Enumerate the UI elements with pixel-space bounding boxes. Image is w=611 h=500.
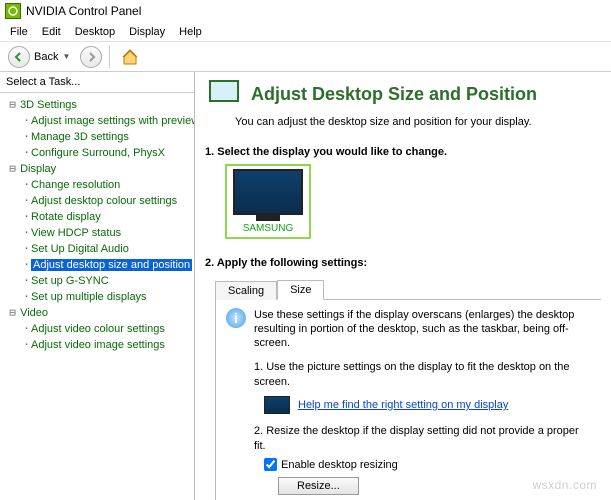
back-label: Back — [34, 51, 58, 63]
menu-edit[interactable]: Edit — [35, 24, 68, 40]
tree-item[interactable]: Configure Surround, PhysX — [31, 147, 165, 159]
page-title: Adjust Desktop Size and Position — [251, 84, 537, 105]
tree-item[interactable]: Rotate display — [31, 211, 101, 223]
info-icon: i — [226, 308, 246, 328]
body: Select a Task... ⊟ 3D Settings·Adjust im… — [0, 72, 611, 500]
collapse-icon[interactable]: ⊟ — [8, 161, 17, 176]
tree-category[interactable]: 3D Settings — [20, 99, 77, 111]
help-row: Help me find the right setting on my dis… — [264, 396, 591, 414]
section1-header: 1. Select the display you would like to … — [205, 146, 601, 158]
home-button[interactable] — [117, 45, 143, 69]
back-arrow-icon — [8, 46, 30, 68]
dropdown-icon: ▼ — [62, 52, 70, 61]
display-selector: SAMSUNG — [225, 164, 601, 239]
menubar: File Edit Desktop Display Help — [0, 22, 611, 42]
collapse-icon[interactable]: ⊟ — [8, 305, 17, 320]
step2: 2. Resize the desktop if the display set… — [254, 424, 591, 454]
window-title: NVIDIA Control Panel — [26, 4, 141, 18]
section2-header: 2. Apply the following settings: — [205, 257, 601, 269]
sidebar-header: Select a Task... — [0, 72, 194, 93]
settings-tabs: Scaling Size i Use these settings if the… — [215, 279, 601, 500]
display-samsung[interactable]: SAMSUNG — [225, 164, 311, 239]
tree-item[interactable]: Adjust video colour settings — [31, 323, 165, 335]
enable-resize-label: Enable desktop resizing — [281, 459, 398, 471]
tree-item[interactable]: Adjust video image settings — [31, 339, 165, 351]
tree-item[interactable]: Adjust desktop size and position — [31, 259, 192, 271]
tree-item[interactable]: Set up G-SYNC — [31, 275, 109, 287]
tab-bar: Scaling Size — [215, 279, 601, 300]
step1: 1. Use the picture settings on the displ… — [254, 360, 591, 390]
enable-resize-row: Enable desktop resizing — [264, 458, 591, 471]
tree-item[interactable]: View HDCP status — [31, 227, 121, 239]
menu-display[interactable]: Display — [122, 24, 172, 40]
tab-size[interactable]: Size — [277, 280, 324, 300]
menu-help[interactable]: Help — [172, 24, 209, 40]
help-link[interactable]: Help me find the right setting on my dis… — [298, 399, 508, 411]
mini-monitor-icon — [264, 396, 290, 414]
tree-item[interactable]: Adjust image settings with preview — [31, 115, 194, 127]
monitor-icon — [233, 169, 303, 215]
task-tree: ⊟ 3D Settings·Adjust image settings with… — [0, 93, 194, 500]
content-header: Adjust Desktop Size and Position — [205, 78, 601, 110]
info-text: Use these settings if the display oversc… — [254, 308, 591, 350]
sidebar: Select a Task... ⊟ 3D Settings·Adjust im… — [0, 72, 195, 500]
tab-body-size: i Use these settings if the display over… — [215, 300, 601, 500]
tree-category[interactable]: Display — [20, 163, 56, 175]
toolbar: Back ▼ — [0, 42, 611, 72]
content-pane: Adjust Desktop Size and Position You can… — [195, 72, 611, 500]
tree-item[interactable]: Set Up Digital Audio — [31, 243, 129, 255]
display-label: SAMSUNG — [233, 223, 303, 234]
menu-file[interactable]: File — [3, 24, 35, 40]
tree-category[interactable]: Video — [20, 307, 48, 319]
tree-item[interactable]: Manage 3D settings — [31, 131, 129, 143]
tree-item[interactable]: Adjust desktop colour settings — [31, 195, 177, 207]
nvidia-logo-icon — [5, 3, 21, 19]
resize-monitor-icon — [205, 78, 243, 110]
tree-item[interactable]: Change resolution — [31, 179, 120, 191]
back-button[interactable]: Back ▼ — [5, 45, 77, 69]
menu-desktop[interactable]: Desktop — [68, 24, 122, 40]
info-row: i Use these settings if the display over… — [226, 308, 591, 350]
resize-button[interactable]: Resize... — [278, 477, 359, 495]
page-description: You can adjust the desktop size and posi… — [235, 116, 601, 128]
titlebar: NVIDIA Control Panel — [0, 0, 611, 22]
tree-item[interactable]: Set up multiple displays — [31, 291, 147, 303]
collapse-icon[interactable]: ⊟ — [8, 97, 17, 112]
forward-button[interactable] — [80, 46, 102, 68]
enable-resize-checkbox[interactable] — [264, 458, 277, 471]
toolbar-separator — [109, 46, 110, 68]
tab-scaling[interactable]: Scaling — [215, 281, 277, 300]
